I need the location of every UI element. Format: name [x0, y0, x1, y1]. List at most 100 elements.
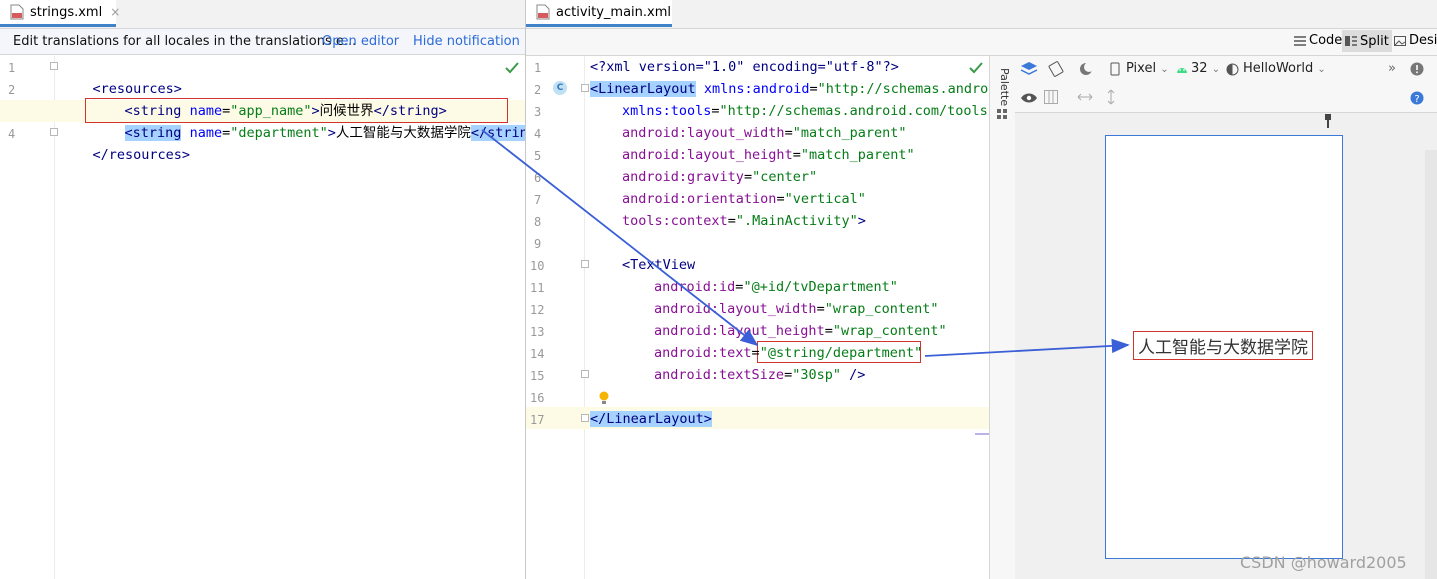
intention-bulb-icon[interactable] [598, 391, 610, 405]
code-mode-button[interactable]: Code [1294, 33, 1342, 48]
line-number: 9 [534, 237, 542, 251]
code-line-11[interactable]: android:id="@+id/tvDepartment" [654, 276, 898, 298]
split-mode-button[interactable]: Split [1342, 30, 1392, 52]
blueprint-mode-icon[interactable] [1044, 90, 1058, 104]
attr-name: xmlns:android [703, 81, 810, 97]
attr-name: layout_width [719, 301, 817, 317]
design-surface: Pixel ⌄ 32 ⌄ HelloWorld ⌄ » ? 人工智能与大数据学院 [1015, 56, 1437, 579]
svg-text:?: ? [1414, 94, 1419, 105]
tab-label: strings.xml [30, 4, 103, 20]
textview-open-tag: <TextView [622, 257, 696, 273]
code-line-12[interactable]: android:layout_width="wrap_content" [654, 298, 939, 320]
attr-name: orientation [687, 191, 777, 207]
open-editor-link[interactable]: Open editor [322, 29, 399, 54]
design-scrollbar[interactable] [1425, 150, 1437, 579]
string-value-department: 人工智能与大数据学院 [335, 125, 471, 141]
theme-label: HelloWorld [1243, 61, 1314, 76]
attr-value: "department" [230, 125, 328, 141]
code-line-5[interactable]: android:layout_height="match_parent" [622, 144, 915, 166]
warning-icon[interactable] [1410, 62, 1424, 76]
code-line-10[interactable]: <TextView [622, 254, 695, 276]
design-mode-label: Desig [1409, 33, 1437, 48]
night-mode-icon[interactable] [1078, 61, 1096, 77]
xml-file-icon [10, 4, 24, 20]
attr-value: ".MainActivity" [735, 213, 858, 229]
android-icon [1177, 68, 1187, 73]
theme-selector[interactable]: HelloWorld ⌄ [1243, 61, 1326, 76]
code-line-17[interactable]: </LinearLayout> [590, 408, 712, 430]
pin-icon[interactable] [1323, 114, 1333, 128]
code-line-15[interactable]: android:textSize="30sp" /> [654, 364, 865, 386]
fold-marker-icon[interactable] [581, 370, 589, 378]
no-errors-check-icon [969, 62, 983, 74]
code-lines-icon [1294, 35, 1306, 46]
device-selector[interactable]: Pixel ⌄ [1126, 61, 1169, 76]
attr-value: "match_parent" [800, 147, 915, 163]
attr-namespace: android: [622, 169, 688, 185]
code-mode-label: Code [1309, 33, 1343, 48]
line-number: 1 [8, 61, 16, 75]
api-level-selector[interactable]: 32 ⌄ [1191, 61, 1220, 76]
help-icon[interactable]: ? [1410, 91, 1424, 105]
palette-strip[interactable]: Palette [989, 56, 1016, 579]
linearlayout-close-tag: </LinearLayout> [590, 411, 712, 427]
close-tab-icon[interactable]: × [110, 5, 120, 19]
fold-marker-icon[interactable] [581, 260, 589, 268]
error-stripe-mark [975, 433, 989, 435]
orientation-icon[interactable] [1047, 61, 1065, 77]
api-level-label: 32 [1191, 61, 1208, 76]
device-label: Pixel [1126, 61, 1157, 76]
class-gutter-icon[interactable]: C [553, 81, 567, 95]
split-icon [1345, 36, 1357, 46]
line-number: 2 [8, 83, 16, 97]
code-line-8[interactable]: tools:context=".MainActivity"> [622, 210, 866, 232]
fold-marker-icon[interactable] [581, 84, 589, 92]
equals: = [222, 125, 231, 141]
line-number: 3 [534, 105, 542, 119]
code-line-7[interactable]: android:orientation="vertical" [622, 188, 866, 210]
code-line-3[interactable]: <string name="department">人工智能与大数据学院</st… [92, 100, 545, 141]
string-resource-reference: "@string/department" [759, 345, 923, 361]
view-options-eye-icon[interactable] [1020, 92, 1038, 104]
palette-label[interactable]: Palette [993, 68, 1011, 108]
fold-marker-icon[interactable] [50, 62, 58, 70]
fold-marker-icon[interactable] [581, 414, 589, 422]
attr-value: "http://schemas.android.com/tools" [719, 103, 996, 119]
horizontal-resize-icon[interactable] [1077, 92, 1093, 102]
line-number: 8 [534, 215, 542, 229]
attr-name: context [670, 213, 728, 229]
theme-icon [1226, 63, 1239, 76]
image-icon [1394, 35, 1406, 46]
attr-value: "match_parent" [792, 125, 907, 141]
preview-textview[interactable]: 人工智能与大数据学院 [1133, 331, 1313, 360]
attr-value: "wrap_content" [832, 323, 947, 339]
design-mode-button[interactable]: Desig [1394, 33, 1437, 48]
layers-icon[interactable] [1020, 61, 1038, 77]
split-mode-label: Split [1360, 33, 1389, 49]
line-number: 14 [530, 347, 545, 361]
strings-editor-pane: strings.xml × Edit translations for all … [0, 0, 545, 579]
hide-notification-link[interactable]: Hide notification [413, 29, 520, 54]
tab-strings-xml[interactable]: strings.xml × [0, 0, 120, 27]
code-line-4[interactable]: android:layout_width="match_parent" [622, 122, 907, 144]
attr-name: layout_width [687, 125, 785, 141]
code-line-3[interactable]: xmlns:tools="http://schemas.android.com/… [622, 100, 996, 122]
more-options-icon[interactable]: » [1388, 61, 1396, 76]
device-preview-frame[interactable]: 人工智能与大数据学院 [1105, 135, 1343, 559]
line-number: 16 [530, 391, 545, 405]
code-line-13[interactable]: android:layout_height="wrap_content" [654, 320, 947, 342]
line-number: 17 [530, 413, 545, 427]
code-line-1[interactable]: <?xml version="1.0" encoding="utf-8"?> [590, 56, 899, 78]
code-line-2[interactable]: <LinearLayout xmlns:android="http://sche… [590, 78, 996, 100]
code-line-2[interactable]: <string name="app_name">问候世界</string> [92, 78, 447, 119]
tag-end: > [327, 125, 336, 141]
line-number: 10 [530, 259, 545, 273]
code-line-14[interactable]: android:text="@string/department" [654, 342, 922, 364]
attr-name: xmlns:tools [622, 103, 712, 119]
code-line-1[interactable]: <resources> [60, 56, 182, 97]
fold-marker-icon[interactable] [50, 128, 58, 136]
code-line-4[interactable]: </resources> [60, 122, 191, 163]
code-line-6[interactable]: android:gravity="center" [622, 166, 817, 188]
vertical-resize-icon[interactable] [1106, 89, 1116, 105]
attr-namespace: android: [654, 279, 720, 295]
